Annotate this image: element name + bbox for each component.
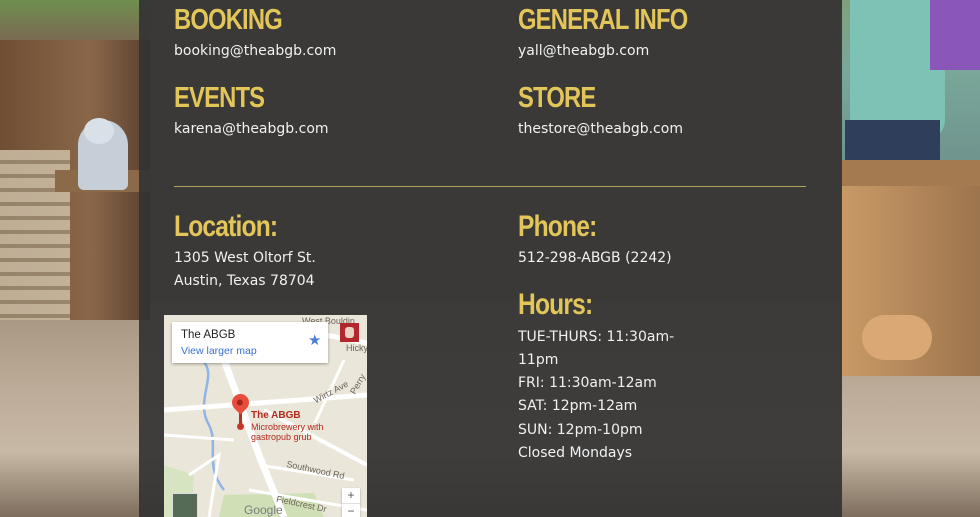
hours-line: TUE-THURS: 11:30am-	[518, 329, 675, 345]
store-heading: STORE	[518, 82, 596, 114]
view-larger-map-link[interactable]: View larger map	[181, 345, 257, 357]
background-table-right	[840, 160, 980, 186]
map-zoom-control: + −	[342, 488, 360, 517]
background-person-purple	[930, 0, 980, 70]
google-logo: Google	[244, 503, 283, 517]
street-view-icon[interactable]	[172, 493, 198, 517]
location-heading: Location:	[174, 210, 278, 243]
zoom-in-icon[interactable]: +	[342, 488, 360, 502]
background-person-head	[84, 118, 114, 144]
background-dog	[862, 315, 932, 360]
address-line-2: Austin, Texas 78704	[174, 273, 315, 289]
hours-line: FRI: 11:30am-12am	[518, 375, 657, 391]
booking-heading: BOOKING	[174, 4, 283, 36]
background-person-shorts	[845, 120, 940, 165]
hours-line: Closed Mondays	[518, 445, 633, 461]
general-info-email-link[interactable]: yall@theabgb.com	[518, 40, 649, 63]
map-info-card: The ABGB View larger map ★	[172, 322, 328, 363]
phone-number-link[interactable]: 512-298-ABGB (2242)	[518, 247, 672, 270]
store-email-link[interactable]: thestore@theabgb.com	[518, 118, 683, 141]
section-divider	[174, 186, 806, 187]
general-info-heading: GENERAL INFO	[518, 4, 688, 36]
address-line-1: 1305 West Oltorf St.	[174, 250, 316, 266]
background-tree	[0, 0, 150, 40]
place-photo-thumbnail[interactable]	[340, 323, 359, 342]
booking-email-link[interactable]: booking@theabgb.com	[174, 40, 336, 63]
street-label: Hicky	[346, 343, 367, 353]
zoom-out-icon[interactable]: −	[342, 503, 360, 517]
star-icon[interactable]: ★	[308, 333, 321, 348]
map-pin-base	[237, 423, 244, 430]
hours-line: 11pm	[518, 352, 559, 368]
events-heading: EVENTS	[174, 82, 265, 114]
events-email-link[interactable]: karena@theabgb.com	[174, 118, 329, 141]
map-place-name[interactable]: The ABGB	[251, 410, 301, 421]
map-place-description: Microbrewery with gastropub grub	[251, 422, 324, 442]
map-card-title: The ABGB	[181, 329, 236, 341]
hours-heading: Hours:	[518, 288, 593, 321]
location-map[interactable]: West Bouldin Wirtz Ave Southwood Rd Fiel…	[164, 315, 367, 517]
phone-heading: Phone:	[518, 210, 597, 243]
hours-line: SAT: 12pm-12am	[518, 398, 638, 414]
hours-line: SUN: 12pm-10pm	[518, 422, 643, 438]
